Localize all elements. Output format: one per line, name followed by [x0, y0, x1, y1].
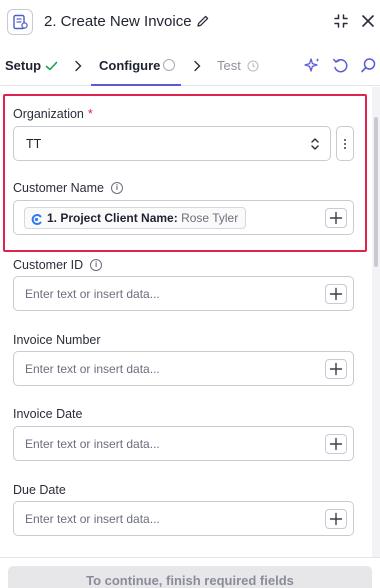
step-title: 2. Create New Invoice: [44, 13, 192, 30]
due-date-label: Due Date: [13, 483, 66, 497]
info-icon[interactable]: i: [90, 259, 103, 271]
invoice-number-label: Invoice Number: [13, 333, 101, 347]
customer-id-label: Customer ID i: [13, 258, 103, 272]
sparkle-ai-icon[interactable]: [304, 57, 321, 79]
required-marker: *: [87, 107, 93, 121]
close-icon[interactable]: [361, 14, 375, 33]
invoice-date-field[interactable]: Enter text or insert data...: [13, 426, 354, 461]
tab-configure[interactable]: Configure: [99, 58, 160, 73]
organization-select[interactable]: TT: [13, 126, 331, 161]
organization-label: Organization *: [13, 107, 93, 121]
chevron-updown-icon: [310, 137, 320, 156]
continue-button[interactable]: To continue, finish required fields: [8, 566, 372, 588]
chevron-right-icon: [192, 59, 202, 77]
customer-id-placeholder: Enter text or insert data...: [25, 287, 160, 301]
customer-id-field[interactable]: Enter text or insert data...: [13, 276, 354, 311]
customer-name-field[interactable]: 1. Project Client Name: Rose Tyler: [13, 200, 354, 235]
chevron-right-icon: [73, 59, 83, 77]
collapse-icon[interactable]: [333, 13, 349, 34]
invoice-date-placeholder: Enter text or insert data...: [25, 437, 160, 451]
insert-data-button[interactable]: [325, 359, 347, 379]
due-date-placeholder: Enter text or insert data...: [25, 512, 160, 526]
undo-icon[interactable]: [332, 57, 349, 79]
configure-form: Organization * TT Customer Name i 1. Pro…: [0, 87, 372, 557]
check-icon: [45, 59, 58, 77]
tab-setup[interactable]: Setup: [5, 58, 41, 73]
clock-icon: [247, 59, 259, 77]
invoice-app-icon: [7, 9, 33, 35]
more-options-button[interactable]: [336, 126, 354, 161]
invoice-date-label: Invoice Date: [13, 407, 83, 421]
organization-value: TT: [26, 137, 42, 151]
invoice-number-field[interactable]: Enter text or insert data...: [13, 351, 354, 386]
due-date-field[interactable]: Enter text or insert data...: [13, 501, 354, 536]
active-tab-indicator: [91, 84, 181, 86]
scrollbar-thumb[interactable]: [374, 117, 378, 267]
incomplete-status-icon: [163, 59, 175, 71]
step-header: 2. Create New Invoice: [0, 0, 380, 44]
info-icon[interactable]: i: [111, 182, 123, 194]
tab-test[interactable]: Test: [217, 58, 241, 73]
step-tabs: Setup Configure Test: [0, 44, 380, 86]
insert-data-button[interactable]: [325, 509, 347, 529]
mapped-data-pill[interactable]: 1. Project Client Name: Rose Tyler: [24, 207, 247, 232]
insert-data-button[interactable]: [325, 434, 347, 454]
scrollbar[interactable]: [372, 87, 380, 557]
insert-data-button[interactable]: [325, 284, 347, 304]
app-logo-icon: [30, 212, 43, 232]
footer: To continue, finish required fields: [0, 557, 380, 588]
pencil-icon[interactable]: [196, 14, 210, 33]
invoice-number-placeholder: Enter text or insert data...: [25, 362, 160, 376]
insert-data-button[interactable]: [325, 208, 347, 228]
customer-name-label: Customer Name i: [13, 181, 123, 195]
search-icon[interactable]: [360, 57, 377, 79]
